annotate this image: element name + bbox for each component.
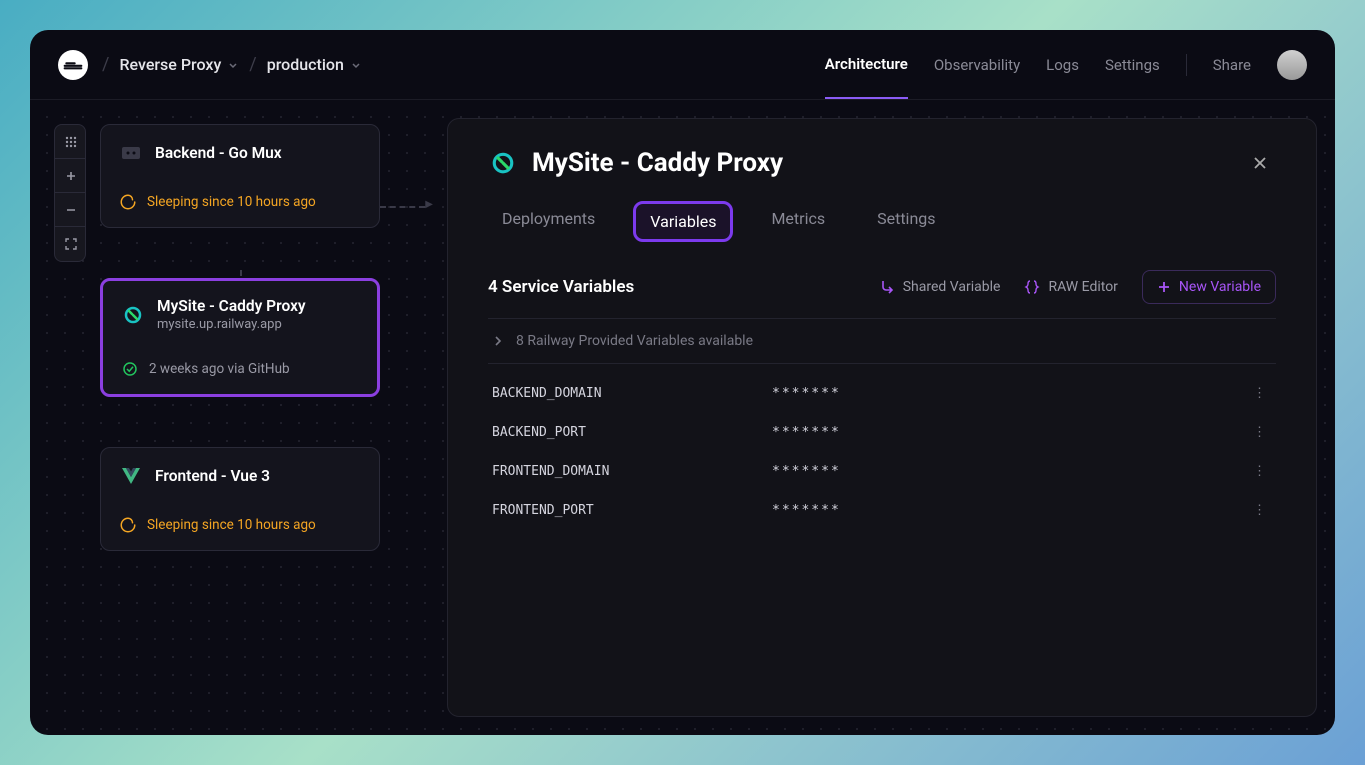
- service-status-text: Sleeping since 10 hours ago: [147, 194, 316, 210]
- sleeping-icon: [119, 516, 137, 534]
- breadcrumb-separator: /: [249, 54, 256, 75]
- provided-variables-toggle[interactable]: 8 Railway Provided Variables available: [488, 318, 1276, 364]
- variable-row[interactable]: FRONTEND_PORT ******* ⋮: [488, 491, 1276, 530]
- workspace: Backend - Go Mux Sleeping since 10 hours…: [30, 100, 1335, 735]
- zoom-out-button[interactable]: [55, 193, 86, 227]
- variable-value: *******: [772, 503, 841, 518]
- service-domain: mysite.up.railway.app: [157, 317, 306, 332]
- row-menu-button[interactable]: ⋮: [1247, 386, 1272, 401]
- variables-count-label: 4 Service Variables: [488, 277, 634, 297]
- breadcrumb-separator: /: [102, 54, 109, 75]
- chevron-down-icon: [350, 59, 362, 71]
- row-menu-button[interactable]: ⋮: [1247, 425, 1272, 440]
- nav-separator: [1186, 54, 1187, 76]
- variable-row[interactable]: BACKEND_DOMAIN ******* ⋮: [488, 374, 1276, 413]
- tab-settings[interactable]: Settings: [863, 201, 949, 242]
- nav-settings[interactable]: Settings: [1105, 56, 1160, 98]
- go-icon: [119, 141, 143, 165]
- variable-row[interactable]: BACKEND_PORT ******* ⋮: [488, 413, 1276, 452]
- tab-metrics[interactable]: Metrics: [757, 201, 839, 242]
- service-card-frontend[interactable]: Frontend - Vue 3 Sleeping since 10 hours…: [100, 447, 380, 551]
- canvas-toolbox: [54, 124, 86, 262]
- variable-key: BACKEND_DOMAIN: [492, 386, 772, 401]
- vue-icon: [119, 464, 143, 488]
- breadcrumb-env-label: production: [267, 55, 344, 74]
- variable-row[interactable]: FRONTEND_DOMAIN ******* ⋮: [488, 452, 1276, 491]
- service-status-text: 2 weeks ago via GitHub: [149, 361, 290, 377]
- variable-value: *******: [772, 464, 841, 479]
- tab-deployments[interactable]: Deployments: [488, 201, 609, 242]
- service-card-caddy[interactable]: MySite - Caddy Proxy mysite.up.railway.a…: [100, 278, 380, 397]
- chevron-right-icon: [492, 335, 504, 347]
- canvas: Backend - Go Mux Sleeping since 10 hours…: [100, 124, 380, 601]
- railway-logo[interactable]: [58, 50, 88, 80]
- service-name: MySite - Caddy Proxy: [157, 297, 306, 315]
- plus-icon: [1157, 280, 1171, 294]
- check-circle-icon: [121, 360, 139, 378]
- sleeping-icon: [119, 193, 137, 211]
- variable-key: BACKEND_PORT: [492, 425, 772, 440]
- caddy-icon: [121, 303, 145, 327]
- row-menu-button[interactable]: ⋮: [1247, 464, 1272, 479]
- service-name: Frontend - Vue 3: [155, 467, 270, 485]
- new-variable-button[interactable]: New Variable: [1142, 270, 1276, 304]
- close-button[interactable]: [1244, 147, 1276, 179]
- braces-icon: [1024, 279, 1040, 295]
- app-window: / Reverse Proxy / production Architectur…: [30, 30, 1335, 735]
- fit-view-button[interactable]: [55, 227, 86, 261]
- raw-editor-label: RAW Editor: [1048, 279, 1117, 295]
- variables-table: BACKEND_DOMAIN ******* ⋮ BACKEND_PORT **…: [488, 374, 1276, 530]
- breadcrumb-env[interactable]: production: [267, 55, 362, 74]
- grid-toggle-button[interactable]: [55, 125, 86, 159]
- service-status-text: Sleeping since 10 hours ago: [147, 517, 316, 533]
- arrow-down-right-icon: [879, 279, 895, 295]
- variable-value: *******: [772, 386, 841, 401]
- nav-architecture[interactable]: Architecture: [825, 55, 908, 99]
- provided-variables-label: 8 Railway Provided Variables available: [516, 333, 753, 349]
- chevron-down-icon: [227, 59, 239, 71]
- nav: Architecture Observability Logs Settings…: [825, 50, 1307, 80]
- raw-editor-link[interactable]: RAW Editor: [1024, 279, 1117, 295]
- caddy-icon: [488, 148, 518, 178]
- variable-value: *******: [772, 425, 841, 440]
- nav-observability[interactable]: Observability: [934, 56, 1020, 98]
- service-card-backend[interactable]: Backend - Go Mux Sleeping since 10 hours…: [100, 124, 380, 228]
- avatar[interactable]: [1277, 50, 1307, 80]
- zoom-in-button[interactable]: [55, 159, 86, 193]
- shared-variable-label: Shared Variable: [903, 279, 1001, 295]
- variable-key: FRONTEND_DOMAIN: [492, 464, 772, 479]
- nav-share[interactable]: Share: [1213, 56, 1251, 98]
- shared-variable-link[interactable]: Shared Variable: [879, 279, 1001, 295]
- variable-key: FRONTEND_PORT: [492, 503, 772, 518]
- service-panel: MySite - Caddy Proxy Deployments Variabl…: [447, 118, 1317, 717]
- service-name: Backend - Go Mux: [155, 144, 282, 162]
- close-icon: [1252, 155, 1268, 171]
- breadcrumb: / Reverse Proxy / production: [102, 54, 362, 75]
- panel-title: MySite - Caddy Proxy: [532, 148, 783, 178]
- panel-tabs: Deployments Variables Metrics Settings: [488, 201, 1276, 242]
- new-variable-label: New Variable: [1179, 279, 1261, 295]
- nav-logs[interactable]: Logs: [1046, 56, 1079, 98]
- tab-variables[interactable]: Variables: [633, 201, 733, 242]
- connector-arrow: [380, 206, 425, 208]
- breadcrumb-project-label: Reverse Proxy: [119, 55, 221, 74]
- topbar: / Reverse Proxy / production Architectur…: [30, 30, 1335, 100]
- row-menu-button[interactable]: ⋮: [1247, 503, 1272, 518]
- breadcrumb-project[interactable]: Reverse Proxy: [119, 55, 239, 74]
